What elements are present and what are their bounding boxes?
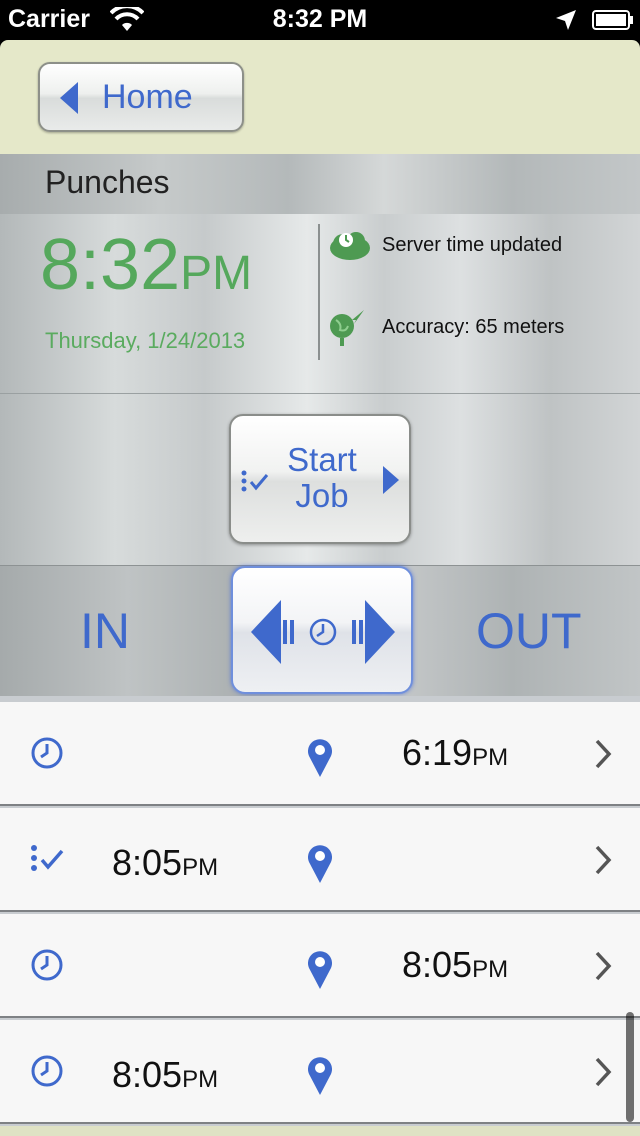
back-arrow-icon [60,82,78,114]
nav-bar: Home [0,40,640,154]
cloud-clock-icon [330,232,370,260]
punch-out-time: 6:19PM [402,732,509,773]
punch-in-out-panel: IN OUT [0,566,640,696]
chevron-right-icon [595,739,612,769]
list-item[interactable]: 8:05PM [0,914,640,1018]
punch-clock-arrows-icon [251,600,395,664]
status-bar: Carrier 8:32 PM [0,0,640,40]
start-job-label-line2: Job [295,477,349,514]
chevron-right-icon [595,1057,612,1087]
start-job-label-line1: Start [287,441,357,478]
scrollbar[interactable] [626,1012,634,1122]
vertical-divider [318,224,320,360]
chevron-right-icon [595,845,612,875]
current-time-ampm: PM [180,247,253,300]
current-time: 8:32PM [40,224,252,306]
list-item[interactable]: 6:19PM [0,702,640,806]
play-arrow-icon [383,466,399,494]
battery-icon [592,10,633,30]
current-time-hm: 8:32 [40,225,181,305]
location-pin-icon [308,845,332,883]
location-pin-icon [308,951,332,989]
list-item[interactable]: 8:05PM [0,808,640,912]
section-title: Punches [45,164,170,200]
accuracy-status: Accuracy: 65 meters [326,308,636,348]
status-time: 8:32 PM [272,5,368,33]
list-item[interactable]: 8:05PM [0,1020,640,1124]
current-date: Thursday, 1/24/2013 [45,328,246,353]
punch-in-time: 8:05PM [112,1054,219,1095]
section-header: Punches [0,154,640,214]
clock-icon [31,737,63,769]
server-status-text: Server time updated [382,234,563,256]
punch-toggle-button[interactable] [231,566,413,694]
clock-icon [31,949,63,981]
punch-out-label[interactable]: OUT [476,602,582,660]
location-pin-icon [308,739,332,777]
home-button[interactable]: Home [38,62,244,132]
job-checklist-icon [241,470,269,492]
punch-in-time: 8:05PM [112,842,219,883]
chevron-right-icon [595,951,612,981]
job-panel: Start Job [0,394,640,566]
punch-out-time: 8:05PM [402,944,509,985]
globe-location-icon [330,310,364,346]
clock-panel: 8:32PM Thursday, 1/24/2013 Server time u… [0,214,640,394]
start-job-label: Start Job [267,442,377,514]
location-arrow-icon [556,10,576,30]
punch-in-label[interactable]: IN [80,602,130,660]
home-button-label: Home [102,78,193,116]
job-checklist-icon [31,845,64,871]
server-time-status: Server time updated [326,226,636,266]
start-job-button[interactable]: Start Job [229,414,411,544]
bottom-bar [0,1126,640,1136]
clock-icon [31,1055,63,1087]
punch-list: 6:19PM 8:05PM 8:05PM 8:05PM [0,696,640,1136]
accuracy-text: Accuracy: 65 meters [382,316,565,338]
location-pin-icon [308,1057,332,1095]
